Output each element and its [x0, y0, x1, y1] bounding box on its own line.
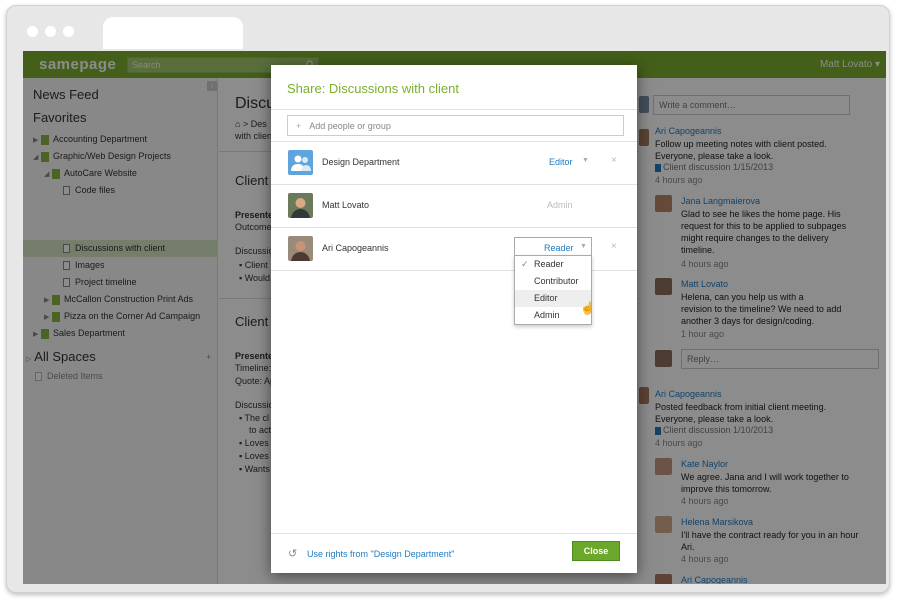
- role-option-reader[interactable]: ✓ Reader: [515, 256, 591, 273]
- dialog-title: Share: Discussions with client: [287, 81, 459, 96]
- add-people-input[interactable]: + Add people or group: [287, 115, 624, 136]
- role-option-label: Admin: [534, 310, 560, 320]
- group-avatar-icon: [288, 150, 313, 175]
- undo-icon[interactable]: ↺: [288, 547, 297, 560]
- window-dot: [45, 26, 56, 37]
- use-rights-link[interactable]: Use rights from "Design Department": [307, 549, 454, 559]
- window-dot: [63, 26, 74, 37]
- avatar: [288, 236, 313, 261]
- plus-icon: +: [296, 121, 302, 131]
- role-option-label: Contributor: [534, 276, 579, 286]
- app-screen: samepage Search Matt Lovato ▾ ‹ News Fee…: [23, 51, 886, 584]
- role-select-value: Reader: [544, 243, 574, 253]
- window-dot: [27, 26, 38, 37]
- member-role[interactable]: Editor: [549, 157, 573, 167]
- share-dialog: Share: Discussions with client + Add peop…: [271, 65, 637, 573]
- browser-frame: samepage Search Matt Lovato ▾ ‹ News Fee…: [6, 5, 890, 593]
- member-role: Admin: [547, 200, 573, 210]
- member-row: Design Department Editor ▼ ×: [271, 141, 637, 184]
- role-option-label: Editor: [534, 293, 558, 303]
- divider: [271, 109, 637, 110]
- chevron-down-icon[interactable]: ▼: [582, 157, 589, 164]
- add-people-placeholder: Add people or group: [309, 121, 391, 131]
- hand-cursor-icon: ☝: [580, 301, 595, 315]
- browser-tab[interactable]: [103, 17, 243, 49]
- member-row: Matt Lovato Admin: [271, 184, 637, 227]
- role-option-contributor[interactable]: Contributor: [515, 273, 591, 290]
- chevron-down-icon[interactable]: ▼: [580, 243, 587, 250]
- dialog-footer: ↺ Use rights from "Design Department" Cl…: [271, 533, 637, 573]
- check-icon: ✓: [521, 259, 529, 269]
- avatar: [288, 193, 313, 218]
- member-name: Design Department: [322, 157, 400, 167]
- close-button[interactable]: Close: [572, 541, 620, 561]
- member-name: Ari Capogeannis: [322, 243, 389, 253]
- role-select[interactable]: Reader ▼: [514, 237, 592, 257]
- member-name: Matt Lovato: [322, 200, 370, 210]
- remove-member-icon[interactable]: ×: [611, 241, 617, 252]
- remove-member-icon[interactable]: ×: [611, 155, 617, 166]
- role-option-label: Reader: [534, 259, 564, 269]
